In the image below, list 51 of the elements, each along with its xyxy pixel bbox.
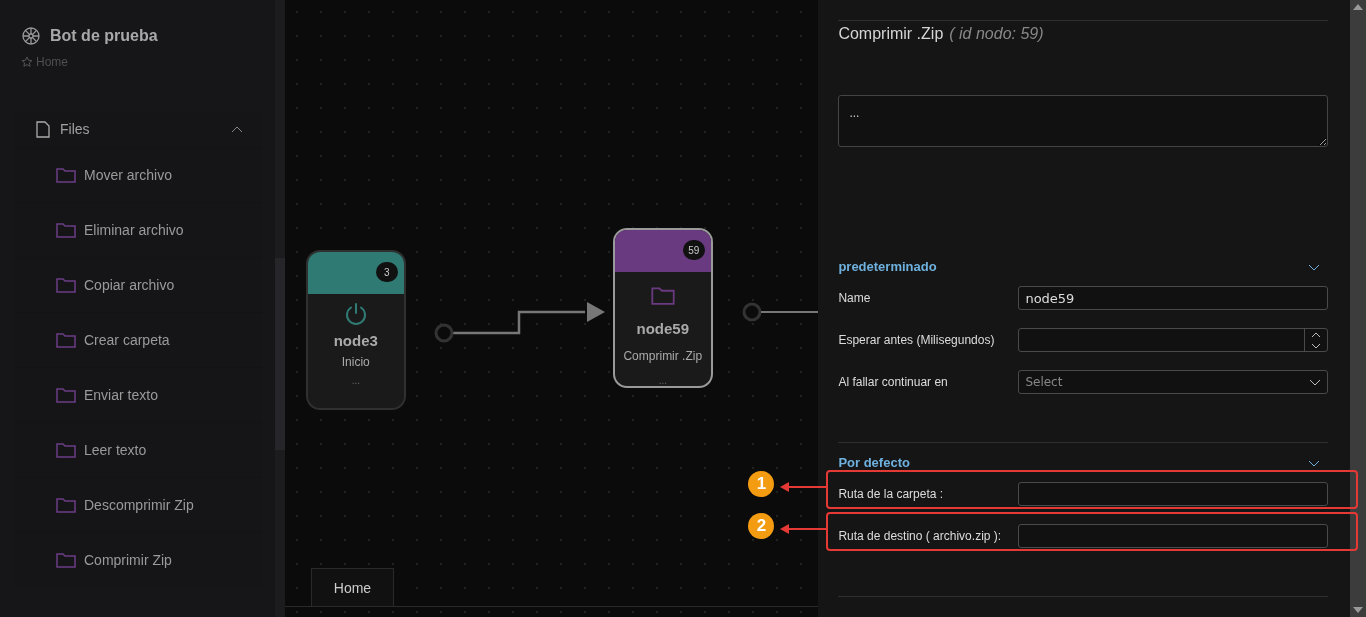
field-label: Esperar antes (Milisegundos) xyxy=(838,333,996,347)
folder-icon xyxy=(56,497,76,513)
node-description: ... xyxy=(658,375,667,386)
folder-icon xyxy=(56,167,76,183)
folder-icon xyxy=(56,442,76,458)
power-icon xyxy=(343,302,368,326)
text-field[interactable] xyxy=(1018,524,1328,548)
connector-line xyxy=(759,311,819,313)
select-dropdown[interactable]: Select xyxy=(1018,370,1328,394)
chevron-down-icon xyxy=(1311,342,1321,349)
number-field[interactable] xyxy=(1018,328,1328,352)
field-label: Ruta de destino ( archivo.zip ): xyxy=(838,529,1003,543)
text-field[interactable] xyxy=(1018,482,1328,506)
star-icon xyxy=(21,56,33,68)
text-field[interactable]: node59 xyxy=(1018,286,1328,310)
callout-arrow xyxy=(780,523,827,535)
node-description: ... xyxy=(351,375,360,386)
folder-icon xyxy=(56,552,76,568)
app-title: Bot de prueba xyxy=(50,27,158,45)
chevron-down-icon xyxy=(1309,378,1321,386)
chevron-up-icon xyxy=(1311,331,1321,338)
id-badge: 3 xyxy=(375,262,398,282)
folder-icon xyxy=(56,332,76,348)
file-icon xyxy=(36,120,50,138)
scroll-down-icon[interactable] xyxy=(1353,607,1363,613)
section-header[interactable]: predeterminado xyxy=(838,247,1328,286)
field-label: Name xyxy=(838,291,872,305)
output-port[interactable] xyxy=(742,302,762,322)
node-id-label: ( id nodo: 59) xyxy=(949,25,1044,43)
scroll-up-icon[interactable] xyxy=(1353,4,1363,10)
field-label: Al fallar continuar en xyxy=(838,375,949,389)
panel-title: Comprimir .Zip xyxy=(838,25,944,43)
description-field[interactable]: ... xyxy=(838,95,1328,147)
node-type: Comprimir .Zip xyxy=(623,349,703,363)
output-port[interactable] xyxy=(434,323,454,343)
folder-icon xyxy=(56,387,76,403)
folder-icon xyxy=(56,222,76,238)
wheel-icon xyxy=(22,27,40,45)
flow-node[interactable]: 3 node3 Inicio ... xyxy=(305,250,406,410)
id-badge: 59 xyxy=(682,240,705,260)
field-label: Ruta de la carpeta : xyxy=(838,487,945,501)
section-header[interactable]: Por defecto xyxy=(838,443,1328,482)
folder-icon xyxy=(650,286,675,305)
flow-node[interactable]: 59 node59 Comprimir .Zip ... xyxy=(612,228,713,388)
node-type: Inicio xyxy=(341,355,370,369)
scrollbar-thumb[interactable] xyxy=(274,258,285,450)
folder-icon xyxy=(56,277,76,293)
canvas-tab[interactable]: Home xyxy=(310,568,395,606)
node-name: node3 xyxy=(333,332,378,349)
callout-arrow xyxy=(780,481,827,493)
node-name: node59 xyxy=(636,320,690,337)
